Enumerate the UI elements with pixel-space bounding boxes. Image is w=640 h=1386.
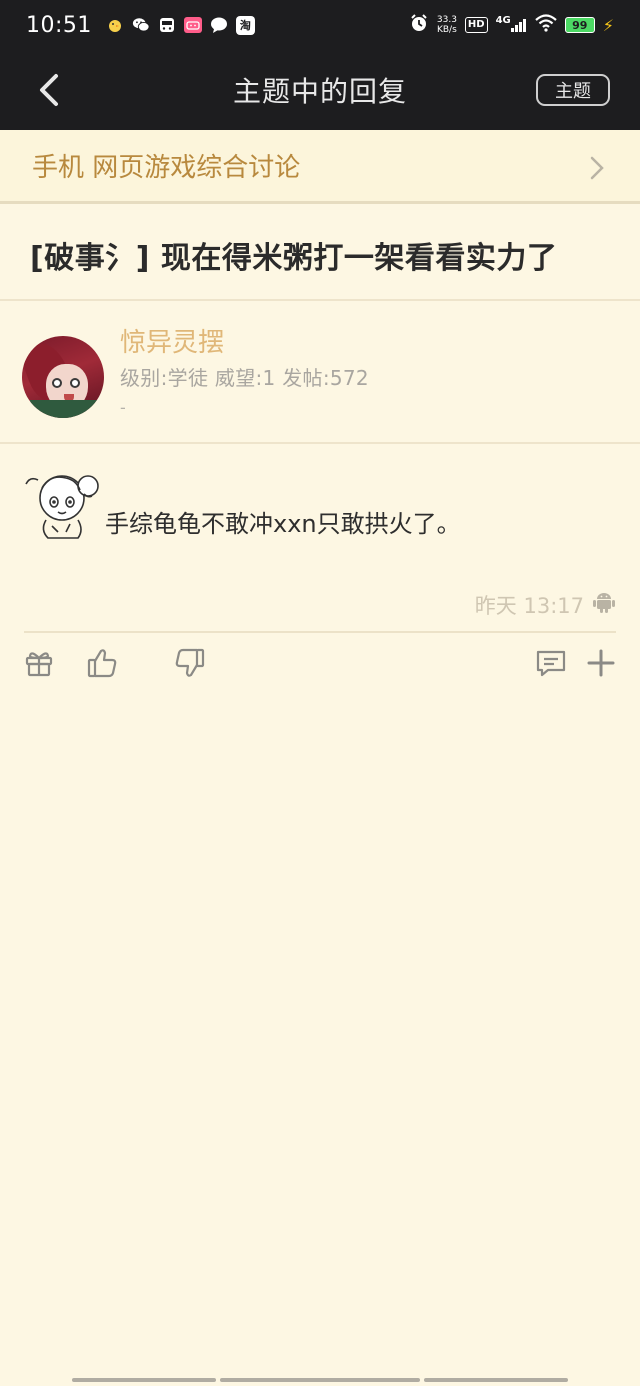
topic-button[interactable]: 主题 bbox=[536, 74, 610, 106]
post-divider bbox=[24, 631, 616, 633]
network-type: 4G bbox=[495, 15, 511, 26]
home-indicator-left bbox=[72, 1378, 216, 1382]
chevron-right-icon bbox=[590, 156, 604, 180]
signal-icon: 4G bbox=[495, 15, 527, 32]
system-status: 33.3 KB/s HD 4G 99 ⚡ bbox=[409, 0, 614, 50]
post-actions bbox=[0, 640, 640, 690]
thumbs-up-icon[interactable] bbox=[86, 646, 120, 680]
notification-icons: 淘 bbox=[106, 15, 255, 35]
comment-icon[interactable] bbox=[534, 646, 568, 680]
user-stats: 级别:学徒 威望:1 发帖:572 bbox=[120, 366, 369, 390]
forum-link[interactable]: 手机 网页游戏综合讨论 bbox=[0, 130, 640, 204]
thumbs-down-icon[interactable] bbox=[172, 646, 206, 680]
chick-icon bbox=[106, 16, 124, 34]
status-time: 10:51 bbox=[26, 12, 92, 38]
sticker-image bbox=[25, 475, 99, 539]
page-title: 主题中的回复 bbox=[232, 75, 407, 108]
message-icon bbox=[210, 16, 228, 34]
avatar[interactable] bbox=[22, 336, 104, 418]
plus-icon[interactable] bbox=[584, 646, 618, 680]
back-arrow-icon[interactable] bbox=[36, 72, 64, 108]
status-bar: 10:51 淘 33.3 KB/s HD 4G 99 ⚡ bbox=[0, 0, 640, 50]
alarm-icon bbox=[409, 13, 429, 37]
post-text: 手综龟龟不敢冲xxn只敢拱火了。 bbox=[105, 510, 461, 538]
user-signature: - bbox=[120, 398, 126, 417]
taobao-icon: 淘 bbox=[235, 15, 255, 35]
nav-bar: 主题中的回复 主题 bbox=[0, 50, 640, 130]
post-content: 手综龟龟不敢冲xxn只敢拱火了。 昨天 13:17 bbox=[0, 446, 640, 632]
bilibili-icon bbox=[183, 17, 202, 33]
wifi-icon bbox=[535, 14, 557, 36]
home-indicator-right bbox=[424, 1378, 568, 1382]
bus-icon bbox=[158, 16, 176, 34]
post-author: 惊异灵摆 级别:学徒 威望:1 发帖:572 - bbox=[0, 302, 640, 444]
wechat-icon bbox=[132, 16, 150, 34]
home-indicator-center bbox=[220, 1378, 420, 1382]
network-speed-unit: KB/s bbox=[436, 25, 457, 35]
thread-header: [破事氵] 现在得米粥打一架看看实力了 bbox=[0, 207, 640, 301]
post-timestamp: 昨天 13:17 bbox=[474, 594, 584, 618]
gift-icon[interactable] bbox=[22, 646, 56, 680]
hd-badge: HD bbox=[464, 17, 488, 33]
forum-name: 手机 网页游戏综合讨论 bbox=[32, 153, 301, 183]
android-icon bbox=[593, 593, 615, 613]
charging-icon: ⚡ bbox=[602, 15, 614, 35]
thread-title: [破事氵] 现在得米粥打一架看看实力了 bbox=[30, 241, 558, 276]
username[interactable]: 惊异灵摆 bbox=[120, 322, 224, 359]
network-speed-value: 33.3 bbox=[436, 15, 457, 25]
network-speed: 33.3 KB/s bbox=[437, 15, 457, 35]
battery-indicator: 99 bbox=[564, 17, 595, 33]
